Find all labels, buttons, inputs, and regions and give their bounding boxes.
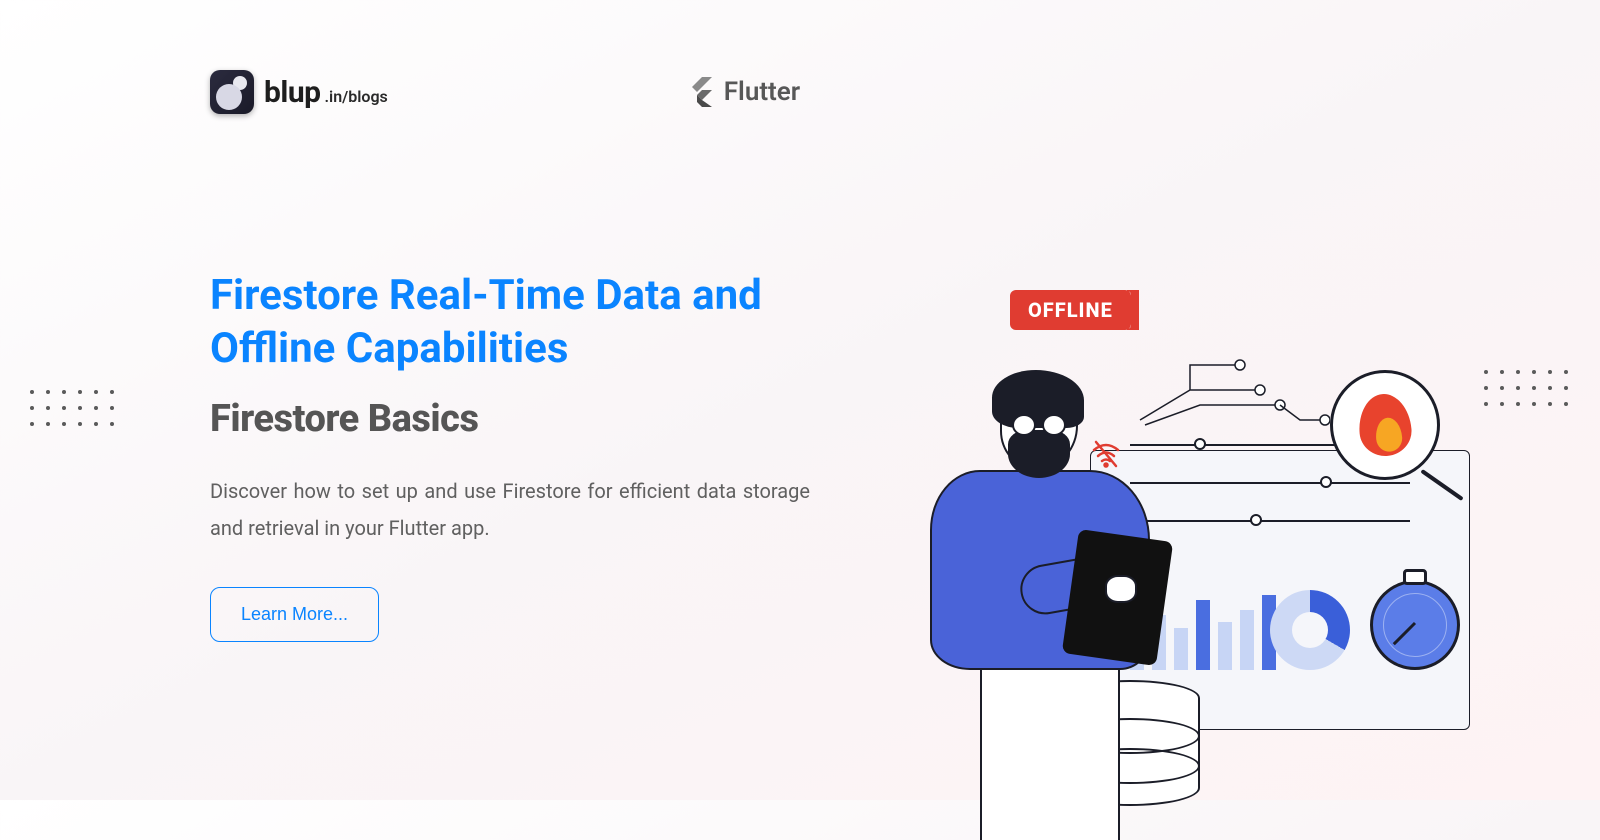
header: blup .in/blogs Flutter [0, 0, 1600, 114]
hero-title: Firestore Real-Time Data and Offline Cap… [210, 270, 810, 375]
stopwatch-icon [1370, 580, 1460, 670]
logo-word: blup [264, 75, 321, 110]
hero-description: Discover how to set up and use Firestore… [210, 473, 810, 547]
blup-logo-icon [210, 70, 254, 114]
logo-suffix: .in/blogs [325, 87, 388, 106]
magnifier-firebase-icon [1330, 370, 1440, 480]
flutter-icon [688, 77, 712, 107]
firebase-flame-icon [1356, 392, 1413, 458]
learn-more-button[interactable]: Learn More... [210, 587, 379, 642]
decorative-dots-right [1484, 370, 1570, 408]
offline-badge: OFFLINE [1010, 290, 1131, 330]
decorative-dots-left [30, 390, 116, 428]
site-logo[interactable]: blup .in/blogs [210, 70, 388, 114]
hero-illustration: OFFLINE [890, 280, 1470, 760]
flutter-label: Flutter [724, 77, 800, 107]
pie-chart-icon [1270, 590, 1350, 670]
hero-subtitle: Firestore Basics [210, 397, 810, 441]
hero-content: Firestore Real-Time Data and Offline Cap… [210, 270, 810, 642]
flutter-tag: Flutter [688, 77, 800, 107]
person-illustration [890, 380, 1190, 780]
